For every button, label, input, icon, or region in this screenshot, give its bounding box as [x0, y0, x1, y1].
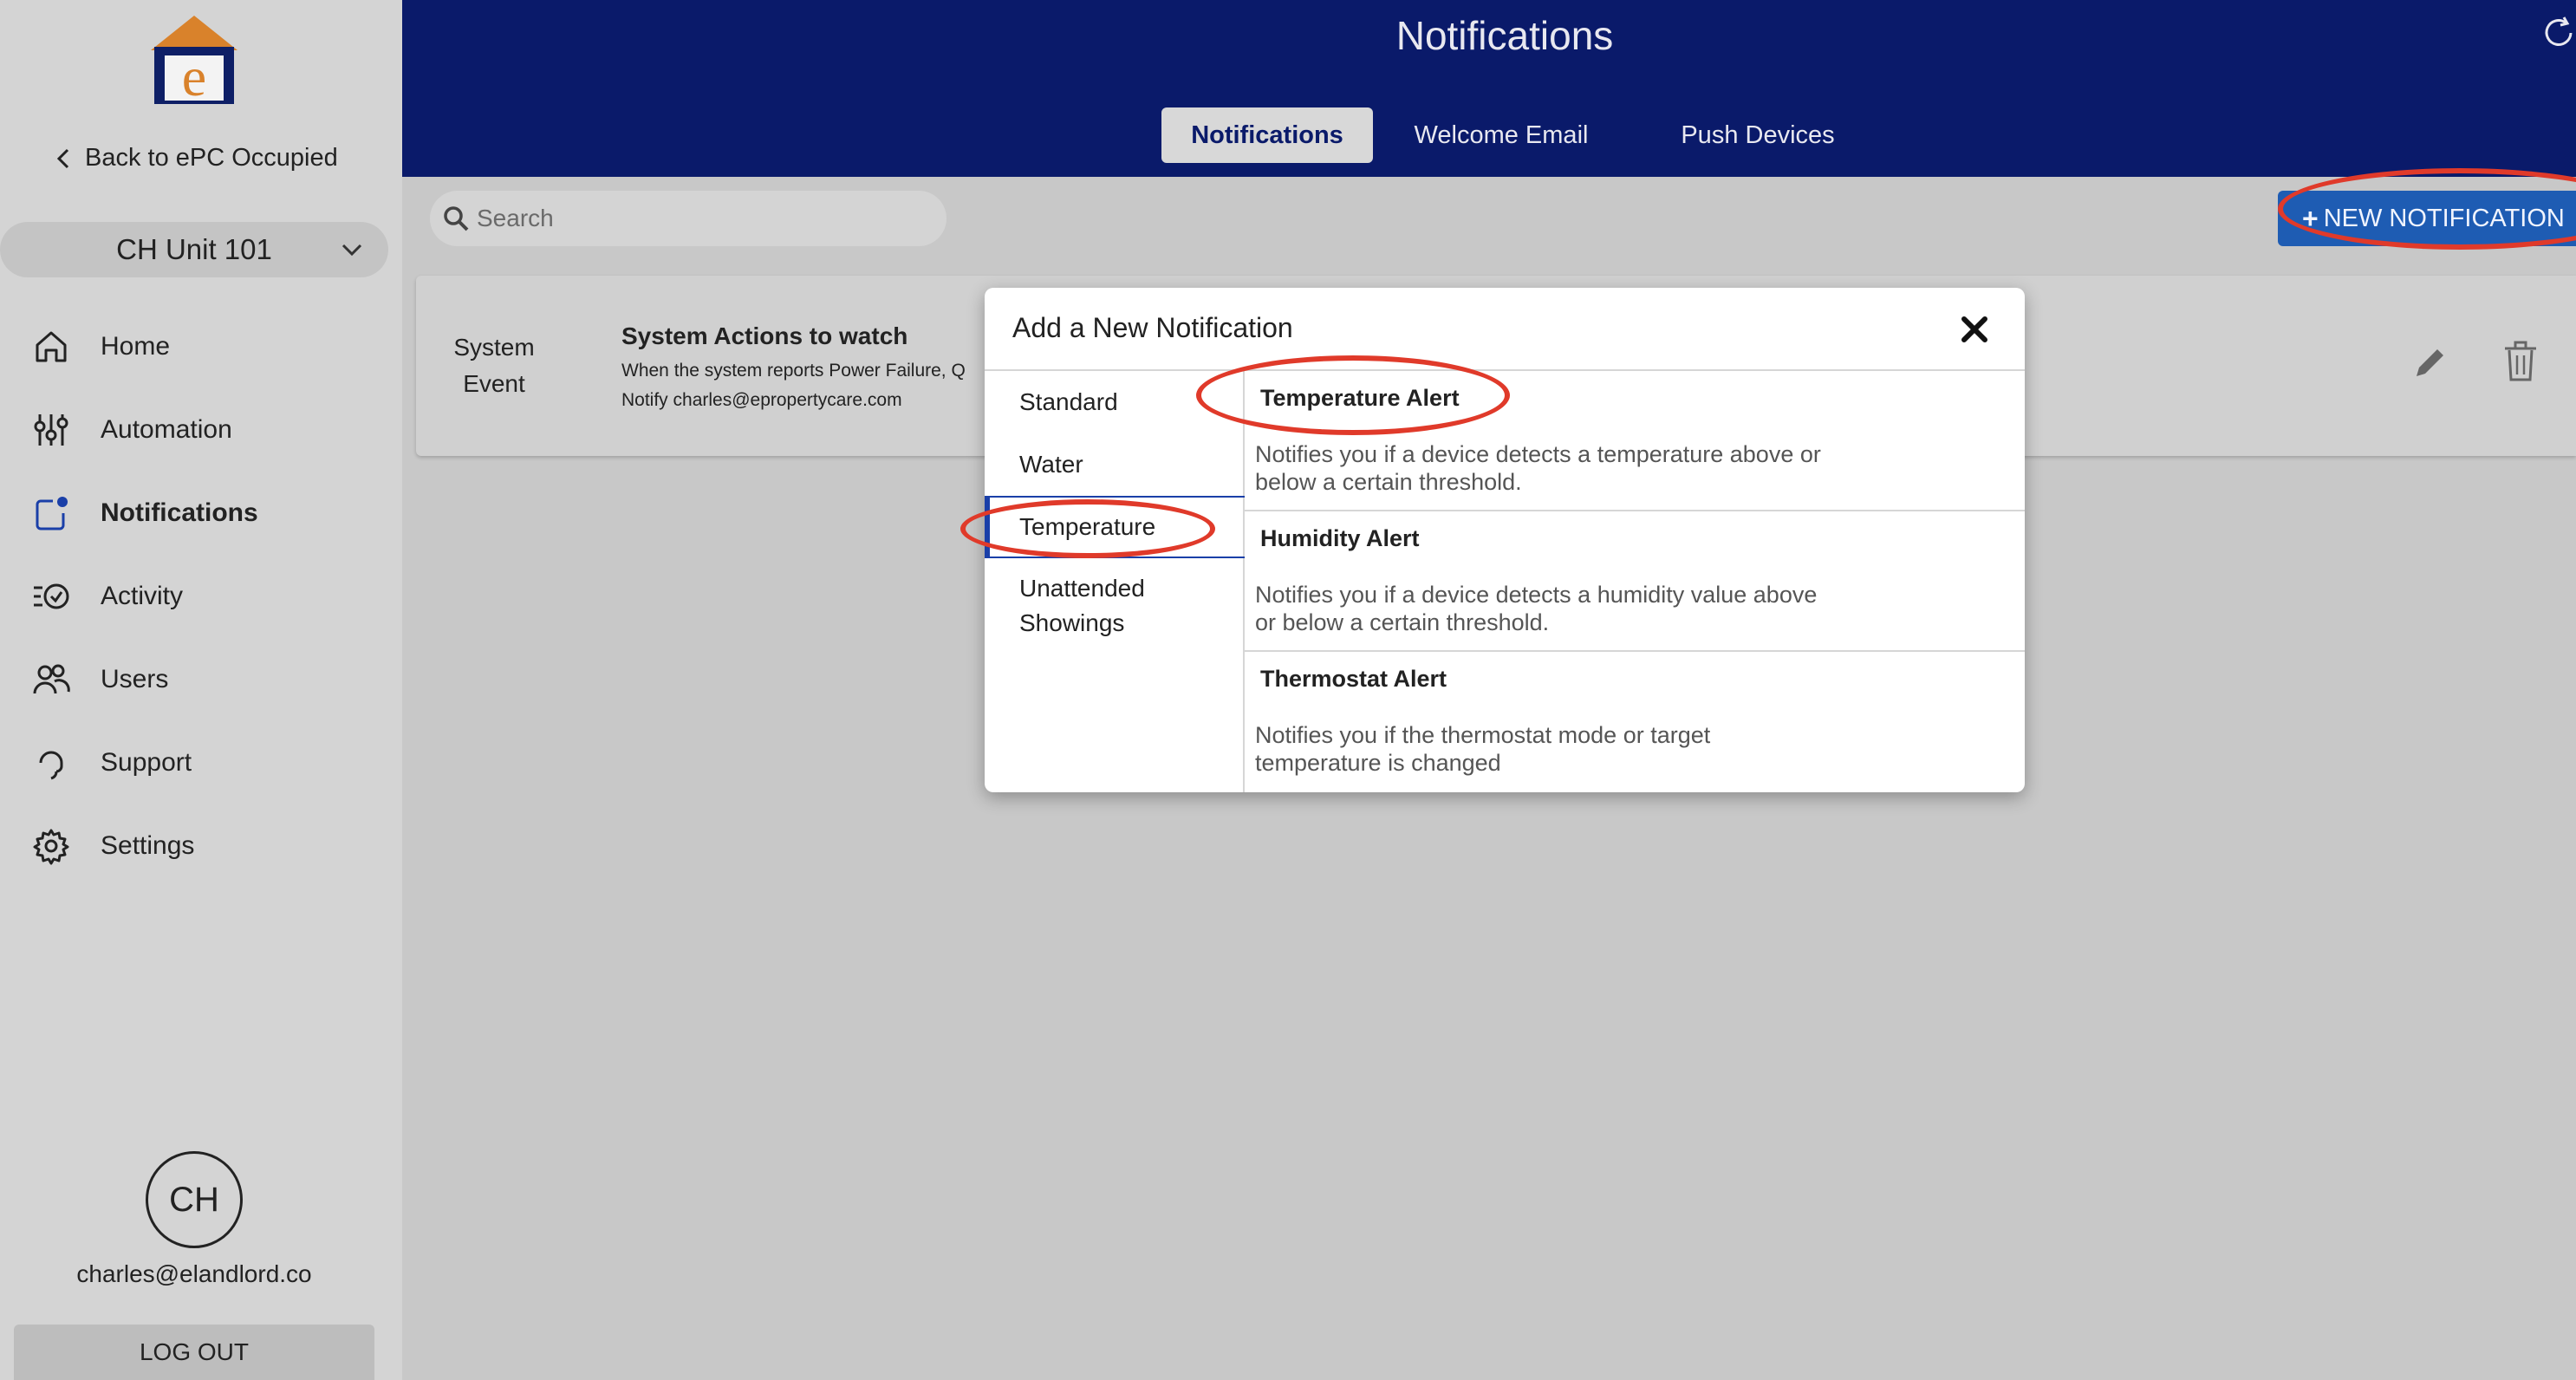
chevron-left-icon	[56, 148, 69, 168]
tab-push-devices[interactable]: Push Devices	[1656, 107, 1860, 163]
unit-selector-value: CH Unit 101	[116, 233, 272, 265]
notification-description: When the system reports Power Failure, Q	[621, 361, 966, 381]
chevron-down-icon	[342, 244, 362, 257]
nav-item-automation[interactable]: Automation	[31, 404, 232, 456]
close-icon[interactable]	[1959, 314, 1990, 345]
back-link[interactable]: Back to ePC Occupied	[55, 144, 338, 172]
nav-item-notifications[interactable]: Notifications	[31, 487, 258, 539]
alert-description: Notifies you if a device detects a humid…	[1255, 582, 1818, 635]
category-standard[interactable]: Standard	[985, 371, 1245, 433]
category-water[interactable]: Water	[985, 433, 1245, 496]
nav-item-label: Support	[101, 748, 192, 777]
notification-type-line: Event	[463, 370, 525, 397]
notification-type: System Event	[451, 329, 537, 402]
sidebar: e Back to ePC Occupied CH Unit 101 Home …	[0, 0, 402, 1380]
logout-button[interactable]: LOG OUT	[14, 1325, 374, 1380]
category-temperature[interactable]: Temperature	[985, 496, 1245, 558]
users-icon	[33, 664, 70, 694]
sliders-icon	[34, 414, 68, 446]
alert-option-temperature[interactable]: Temperature Alert Notifies you if a devi…	[1245, 371, 2025, 511]
new-notification-button[interactable]: + NEW NOTIFICATION	[2278, 191, 2576, 246]
activity-icon	[34, 583, 69, 609]
nav-item-users[interactable]: Users	[31, 654, 168, 706]
avatar[interactable]: CH	[146, 1151, 243, 1248]
search-input[interactable]	[477, 205, 927, 232]
category-unattended-showings[interactable]: Unattended Showings	[985, 558, 1210, 654]
category-list: Standard Water Temperature Unattended Sh…	[985, 371, 1245, 792]
nav-item-home[interactable]: Home	[31, 321, 170, 373]
gear-icon	[33, 829, 69, 865]
brand-logo: e	[151, 16, 237, 107]
notification-icon	[36, 497, 68, 531]
add-notification-modal: Add a New Notification Standard Water Te…	[985, 288, 2025, 792]
alert-option-humidity[interactable]: Humidity Alert Notifies you if a device …	[1245, 511, 2025, 652]
back-link-label: Back to ePC Occupied	[85, 144, 338, 172]
nav-item-label: Automation	[101, 415, 232, 444]
avatar-initials: CH	[169, 1180, 219, 1219]
alert-description: Notifies you if the thermostat mode or t…	[1255, 722, 1711, 776]
nav-item-label: Activity	[101, 582, 184, 610]
new-notification-label: NEW NOTIFICATION	[2323, 204, 2565, 232]
user-email: charles@elandlord.co	[76, 1260, 312, 1287]
search-box	[430, 191, 946, 246]
trash-icon[interactable]	[2501, 340, 2540, 383]
nav-item-settings[interactable]: Settings	[31, 820, 194, 872]
svg-text:e: e	[182, 46, 206, 107]
notification-recipient: Notify charles@epropertycare.com	[621, 390, 902, 410]
plus-icon: +	[2302, 202, 2319, 234]
alert-option-thermostat[interactable]: Thermostat Alert Notifies you if the the…	[1245, 652, 2025, 792]
headset-icon	[39, 751, 63, 780]
nav-item-support[interactable]: Support	[31, 737, 192, 789]
notification-title: System Actions to watch	[621, 322, 908, 349]
page-title: Notifications	[1395, 13, 1614, 58]
alert-description: Notifies you if a device detects a tempe…	[1255, 441, 1821, 495]
refresh-icon[interactable]	[2541, 14, 2576, 52]
alert-title: Temperature Alert	[1260, 385, 1460, 411]
nav-item-label: Users	[101, 665, 169, 693]
notification-type-line: System	[453, 334, 535, 361]
tab-welcome-email[interactable]: Welcome Email	[1399, 107, 1603, 163]
nav-item-activity[interactable]: Activity	[31, 570, 183, 622]
unit-selector[interactable]: CH Unit 101	[0, 222, 388, 277]
search-icon	[444, 206, 469, 231]
alert-title: Humidity Alert	[1260, 525, 1420, 551]
nav-item-label: Home	[101, 332, 171, 361]
nav-item-label: Notifications	[101, 498, 258, 527]
tab-notifications[interactable]: Notifications	[1161, 107, 1373, 163]
top-header: Notifications Notifications Welcome Emai…	[402, 0, 2576, 177]
modal-title: Add a New Notification	[1012, 312, 1293, 343]
edit-icon[interactable]	[2411, 343, 2449, 381]
home-icon	[36, 331, 67, 362]
nav-item-label: Settings	[101, 831, 195, 860]
alert-title: Thermostat Alert	[1260, 666, 1447, 692]
